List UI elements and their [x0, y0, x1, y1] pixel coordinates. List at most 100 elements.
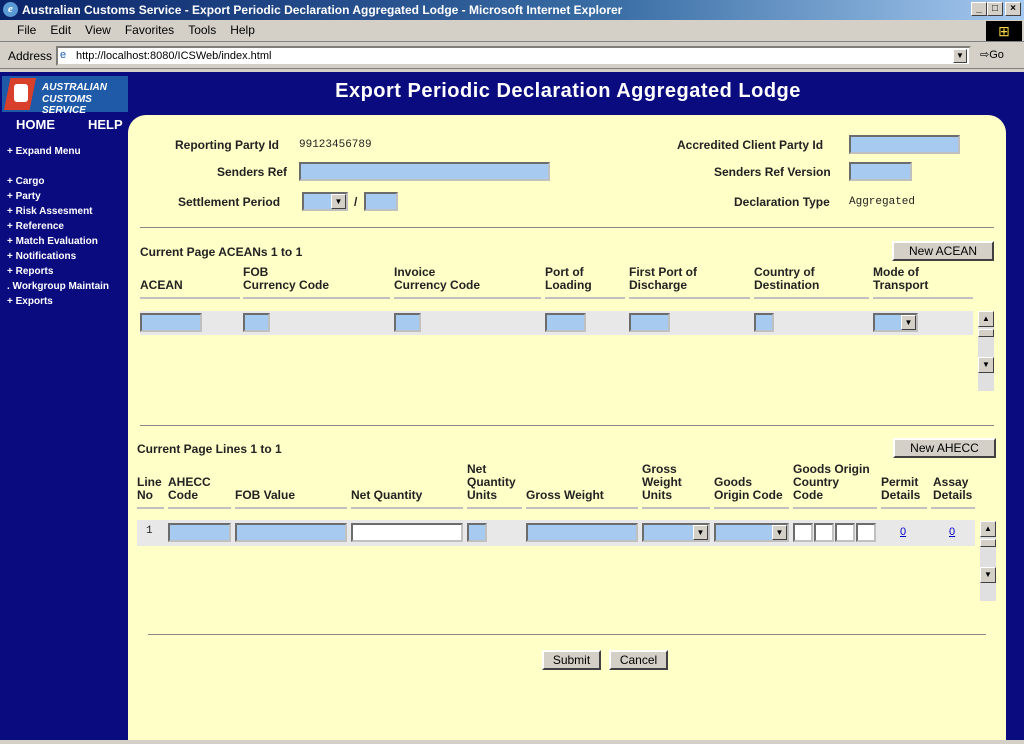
- origin-country-box-2[interactable]: [814, 523, 834, 542]
- col-gross-weight-units: Gross Weight Units: [642, 462, 682, 502]
- scroll-thumb[interactable]: [978, 329, 994, 337]
- mode-transport-select[interactable]: ▼: [873, 313, 918, 332]
- goods-origin-code-select[interactable]: ▼: [714, 523, 789, 542]
- new-ahecc-button[interactable]: New AHECC: [893, 438, 996, 458]
- assay-details-link[interactable]: 0: [949, 526, 955, 538]
- submit-button[interactable]: Submit: [542, 650, 601, 670]
- nav-reports[interactable]: + Reports: [7, 266, 53, 277]
- nav-workgroup-maintain[interactable]: . Workgroup Maintain: [7, 281, 109, 292]
- menu-favorites[interactable]: Favorites: [118, 20, 181, 37]
- gross-weight-input[interactable]: [526, 523, 638, 542]
- origin-country-box-1[interactable]: [793, 523, 813, 542]
- go-label: Go: [989, 49, 1004, 61]
- declaration-type-label: Declaration Type: [734, 195, 830, 209]
- page-icon: e: [60, 49, 67, 61]
- col-underline: [881, 507, 927, 509]
- acean-input[interactable]: [140, 313, 202, 332]
- col-underline: [168, 507, 231, 509]
- menu-bar: File Edit View Favorites Tools Help: [0, 20, 1024, 42]
- menu-edit[interactable]: Edit: [43, 20, 78, 37]
- senders-ref-input[interactable]: [299, 162, 550, 181]
- senders-ref-version-label: Senders Ref Version: [714, 165, 831, 179]
- scroll-down-icon[interactable]: ▼: [978, 357, 994, 373]
- menu-file[interactable]: File: [10, 20, 43, 37]
- menu-view[interactable]: View: [78, 20, 118, 37]
- address-input[interactable]: e http://localhost:8080/ICSWeb/index.htm…: [56, 46, 971, 66]
- country-destination-input[interactable]: [754, 313, 774, 332]
- declaration-type-value: Aggregated: [849, 196, 916, 208]
- go-arrow-icon: ⇨: [980, 49, 990, 61]
- main-form: Reporting Party Id 99123456789 Accredite…: [128, 115, 1006, 740]
- reporting-party-label: Reporting Party Id: [175, 138, 280, 152]
- col-underline: [642, 507, 710, 509]
- gross-weight-units-select[interactable]: ▼: [642, 523, 710, 542]
- senders-ref-label: Senders Ref: [217, 165, 288, 179]
- nav-notifications[interactable]: + Notifications: [7, 251, 76, 262]
- origin-country-box-3[interactable]: [835, 523, 855, 542]
- maximize-button[interactable]: □: [987, 2, 1003, 16]
- col-net-quantity: Net Quantity: [351, 488, 423, 502]
- address-label: Address: [8, 49, 53, 63]
- nav-party[interactable]: + Party: [7, 191, 41, 202]
- emblem-shield-icon: [14, 84, 28, 102]
- senders-ref-version-input[interactable]: [849, 162, 912, 181]
- scroll-thumb[interactable]: [980, 539, 996, 547]
- close-button[interactable]: ×: [1005, 2, 1021, 16]
- col-underline: [526, 507, 638, 509]
- address-url: http://localhost:8080/ICSWeb/index.html: [76, 50, 272, 62]
- nav-cargo[interactable]: + Cargo: [7, 176, 45, 187]
- acean-scrollbar[interactable]: ▲ ▼: [978, 311, 994, 391]
- ahecc-code-input[interactable]: [168, 523, 231, 542]
- col-underline: [235, 507, 347, 509]
- col-fob-value: FOB Value: [235, 488, 296, 502]
- nav-risk-assesment[interactable]: + Risk Assesment: [7, 206, 93, 217]
- col-permit-details: Permit Details: [881, 475, 921, 502]
- nav-help-link[interactable]: HELP: [88, 117, 123, 132]
- col-first-port-discharge: First Port of Discharge: [629, 265, 697, 292]
- invoice-currency-input[interactable]: [394, 313, 421, 332]
- fob-currency-input[interactable]: [243, 313, 270, 332]
- acean-caption: Current Page ACEANs 1 to 1: [140, 245, 303, 259]
- settlement-month-select[interactable]: ▼: [302, 192, 348, 211]
- col-underline: [243, 297, 390, 299]
- port-loading-input[interactable]: [545, 313, 586, 332]
- col-ahecc-code: AHECC Code: [168, 475, 211, 502]
- col-country-destination: Country of Destination: [754, 265, 820, 292]
- col-line-no: Line No: [137, 475, 162, 502]
- nav-expand-menu[interactable]: + Expand Menu: [7, 146, 81, 157]
- nav-exports[interactable]: + Exports: [7, 296, 53, 307]
- fob-value-input[interactable]: [235, 523, 347, 542]
- go-button[interactable]: ⇨Go: [980, 48, 1004, 61]
- accredited-client-input[interactable]: [849, 135, 960, 154]
- col-port-loading: Port of Loading: [545, 265, 592, 292]
- permit-details-link[interactable]: 0: [900, 526, 906, 538]
- page-title: Export Periodic Declaration Aggregated L…: [335, 80, 801, 102]
- origin-country-box-4[interactable]: [856, 523, 876, 542]
- col-net-quantity-units: Net Quantity Units: [467, 462, 516, 502]
- col-acean: ACEAN: [140, 278, 183, 292]
- net-quantity-input[interactable]: [351, 523, 463, 542]
- scroll-down-icon[interactable]: ▼: [980, 567, 996, 583]
- scroll-up-icon[interactable]: ▲: [978, 311, 994, 327]
- col-invoice-currency: Invoice Currency Code: [394, 265, 481, 292]
- nav-match-evaluation[interactable]: + Match Evaluation: [7, 236, 98, 247]
- address-bar: Address e http://localhost:8080/ICSWeb/i…: [0, 43, 1024, 69]
- minimize-button[interactable]: _: [971, 2, 987, 16]
- first-port-discharge-input[interactable]: [629, 313, 670, 332]
- col-underline: [467, 507, 522, 509]
- nav-reference[interactable]: + Reference: [7, 221, 64, 232]
- nav-home-link[interactable]: HOME: [16, 117, 55, 132]
- net-quantity-units-input[interactable]: [467, 523, 487, 542]
- divider: [148, 634, 986, 635]
- menu-help[interactable]: Help: [223, 20, 262, 37]
- divider: [140, 227, 994, 228]
- col-underline: [873, 297, 973, 299]
- cancel-button[interactable]: Cancel: [609, 650, 668, 670]
- menu-tools[interactable]: Tools: [181, 20, 223, 37]
- new-acean-button[interactable]: New ACEAN: [892, 241, 994, 261]
- customs-logo: AUSTRALIAN CUSTOMS SERVICE: [2, 76, 128, 116]
- scroll-up-icon[interactable]: ▲: [980, 521, 996, 537]
- settlement-year-input[interactable]: [364, 192, 398, 211]
- lines-scrollbar[interactable]: ▲ ▼: [980, 521, 996, 601]
- address-dropdown-icon[interactable]: ▼: [953, 49, 967, 63]
